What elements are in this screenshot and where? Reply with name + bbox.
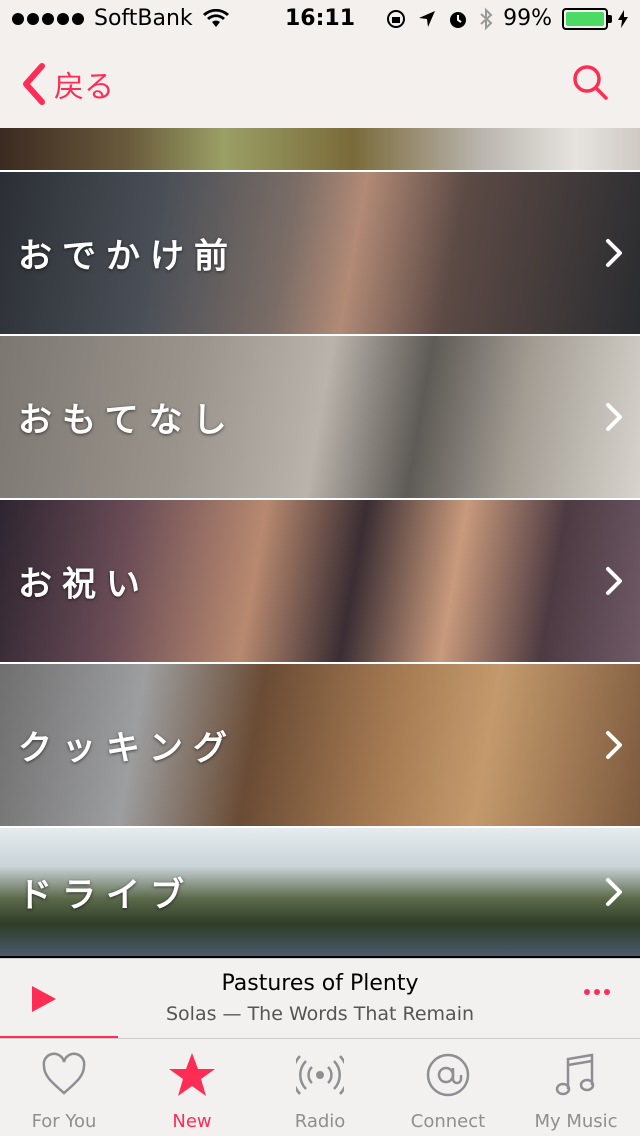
category-row-cooking[interactable]: クッキング xyxy=(0,664,640,828)
tab-radio[interactable]: Radio xyxy=(256,1039,384,1136)
tab-label: Connect xyxy=(410,1111,486,1132)
nav-bar: 戻る xyxy=(0,40,640,128)
star-icon xyxy=(169,1053,215,1096)
battery-level-fill xyxy=(566,11,604,26)
battery-percent: 99% xyxy=(503,6,552,31)
location-arrow-icon xyxy=(419,10,436,27)
tab-for-you[interactable]: For You xyxy=(0,1039,128,1136)
search-icon[interactable] xyxy=(570,62,610,102)
category-label: おもてなし xyxy=(18,400,237,441)
heart-icon xyxy=(42,1052,86,1095)
status-bar: SoftBank 16:11 99% xyxy=(0,0,640,40)
track-subtitle: Solas — The Words That Remain xyxy=(165,1003,475,1025)
chevron-right-icon xyxy=(606,403,622,431)
category-row-odekake[interactable]: おでかけ前 xyxy=(0,172,640,336)
charging-icon xyxy=(618,9,628,28)
chevron-right-icon xyxy=(606,567,622,595)
at-icon xyxy=(426,1053,470,1097)
track-title: Pastures of Plenty xyxy=(221,971,419,996)
tab-label: For You xyxy=(31,1111,97,1132)
category-label: お祝い xyxy=(18,564,150,605)
tab-label: My Music xyxy=(534,1111,618,1132)
back-label: 戻る xyxy=(54,70,114,105)
category-label: クッキング xyxy=(18,728,237,769)
bluetooth-icon xyxy=(480,7,493,30)
tab-bar: For You New Radio Connect My Music xyxy=(0,1038,640,1136)
chevron-right-icon xyxy=(606,239,622,267)
tab-label: Radio xyxy=(294,1111,346,1132)
category-row-oiwai[interactable]: お祝い xyxy=(0,500,640,664)
tab-new[interactable]: New xyxy=(128,1039,256,1136)
battery-icon xyxy=(562,7,612,30)
mini-player[interactable]: Pastures of Plenty Solas — The Words Tha… xyxy=(0,958,640,1039)
category-label: ドライブ xyxy=(18,875,194,916)
category-row-drive[interactable]: ドライブ xyxy=(0,828,640,956)
tab-label: New xyxy=(172,1111,212,1132)
chevron-right-icon xyxy=(606,878,622,906)
music-note-icon xyxy=(555,1053,595,1096)
category-list: おでかけ前 おもてなし お祝い クッキング ドライブ xyxy=(0,128,640,958)
radio-icon xyxy=(296,1055,344,1095)
tab-my-music[interactable]: My Music xyxy=(512,1039,640,1136)
more-options-icon[interactable] xyxy=(584,989,610,995)
status-right: 99% xyxy=(385,6,628,31)
tab-connect[interactable]: Connect xyxy=(384,1039,512,1136)
chevron-left-icon xyxy=(23,63,45,105)
back-button[interactable]: 戻る xyxy=(16,60,114,108)
category-label: おでかけ前 xyxy=(18,236,238,277)
rotation-lock-icon xyxy=(387,9,406,28)
category-row-omotenashi[interactable]: おもてなし xyxy=(0,336,640,500)
category-banner-partial[interactable] xyxy=(0,128,640,172)
chevron-right-icon xyxy=(606,731,622,759)
alarm-clock-icon xyxy=(450,11,467,28)
